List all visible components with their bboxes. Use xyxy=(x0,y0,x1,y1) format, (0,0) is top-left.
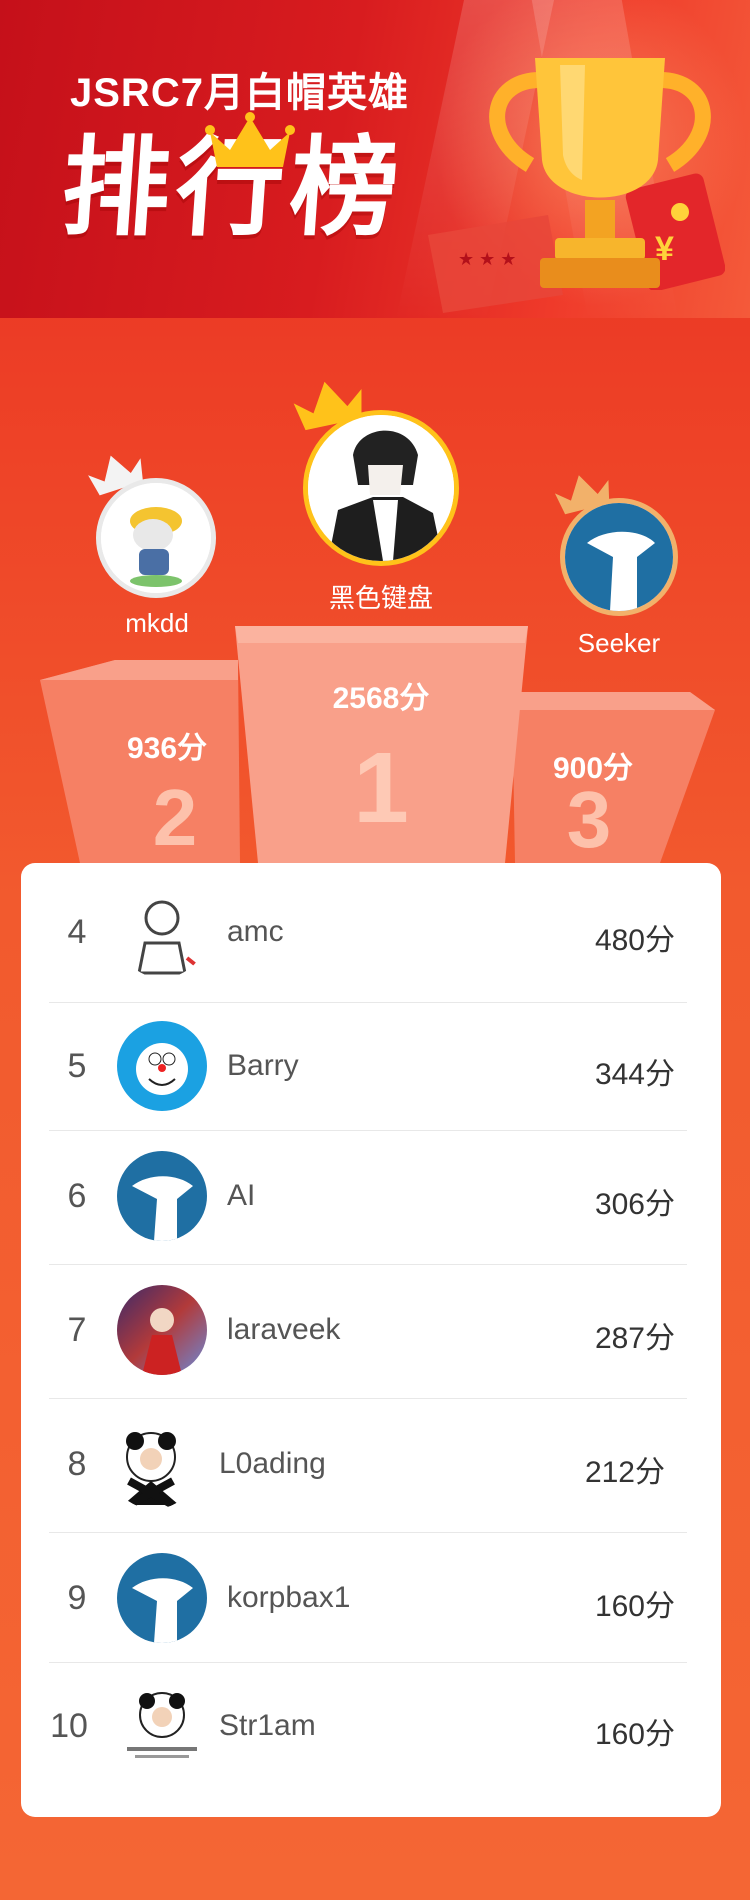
panda-meme-avatar-icon xyxy=(109,1419,199,1509)
default-blue-avatar-icon xyxy=(117,1553,207,1643)
first-place-score: 2568分 xyxy=(332,682,430,715)
username: Str1am xyxy=(219,1709,316,1742)
ranking-list-card: 4 amc 480分 5 Barry 344分 6 AI 306分 7 lara… xyxy=(21,863,721,1817)
list-item[interactable]: 10 Str1am 160分 xyxy=(49,1663,687,1797)
sketch-man-avatar-icon xyxy=(117,888,207,978)
default-blue-avatar-icon xyxy=(565,503,673,611)
rank-number: 10 xyxy=(50,1707,88,1745)
score: 160分 xyxy=(594,1590,675,1623)
username: L0ading xyxy=(219,1447,326,1480)
cartoon-dog-avatar-icon xyxy=(101,483,211,593)
podium-section: 黑色键盘 2568分 1 mkdd 936分 2 Seeker 900分 3 xyxy=(0,318,750,878)
score: 344分 xyxy=(594,1058,675,1091)
leaderboard-page: ★ ★ ★ ¥ JSRC7月白帽英雄 排行榜 黑色键盘 2568分 1 mkdd… xyxy=(0,0,750,1900)
score: 306分 xyxy=(594,1188,675,1221)
list-item[interactable]: 8 L0ading 212分 xyxy=(49,1399,687,1533)
event-subtitle: JSRC7月白帽英雄 xyxy=(70,71,409,115)
first-place-rank: 1 xyxy=(353,732,409,844)
crown-icon xyxy=(205,112,295,167)
score: 212分 xyxy=(584,1456,665,1489)
rank-number: 9 xyxy=(67,1579,87,1617)
header-banner: ★ ★ ★ ¥ JSRC7月白帽英雄 排行榜 xyxy=(0,0,750,318)
third-place-name: Seeker xyxy=(577,628,661,658)
username: Barry xyxy=(227,1049,299,1082)
list-item[interactable]: 5 Barry 344分 xyxy=(49,1003,687,1131)
rank-number: 6 xyxy=(67,1177,87,1215)
anime-boy-avatar-icon xyxy=(308,415,454,561)
list-item[interactable]: 4 amc 480分 xyxy=(49,863,687,1003)
first-place-name: 黑色键盘 xyxy=(328,583,433,613)
second-place-name: mkdd xyxy=(125,608,189,638)
list-item[interactable]: 9 korpbax1 160分 xyxy=(49,1533,687,1663)
rank-number: 8 xyxy=(67,1445,87,1483)
score: 287分 xyxy=(594,1322,675,1355)
second-place-avatar[interactable] xyxy=(96,478,216,598)
rank-number: 4 xyxy=(67,913,87,951)
third-place-rank: 3 xyxy=(566,775,612,864)
list-item[interactable]: 7 laraveek 287分 xyxy=(49,1265,687,1399)
list-item[interactable]: 6 AI 306分 xyxy=(49,1131,687,1265)
second-place-rank: 2 xyxy=(152,773,198,862)
default-blue-avatar-icon xyxy=(117,1151,207,1241)
trophy-icon xyxy=(489,58,711,288)
username: korpbax1 xyxy=(227,1581,351,1614)
score: 160分 xyxy=(594,1718,675,1751)
doraemon-avatar-icon xyxy=(117,1021,207,1111)
anime-warrior-avatar-icon xyxy=(117,1285,207,1375)
username: amc xyxy=(227,915,284,948)
rank-number: 7 xyxy=(67,1311,87,1349)
first-place-avatar[interactable] xyxy=(303,410,459,566)
second-place-score: 936分 xyxy=(126,732,208,765)
score: 480分 xyxy=(594,924,675,957)
rank-number: 5 xyxy=(67,1047,87,1085)
panda-meme-avatar-icon xyxy=(117,1681,207,1771)
username: AI xyxy=(227,1179,256,1212)
username: laraveek xyxy=(227,1313,341,1346)
third-place-avatar[interactable] xyxy=(560,498,678,616)
